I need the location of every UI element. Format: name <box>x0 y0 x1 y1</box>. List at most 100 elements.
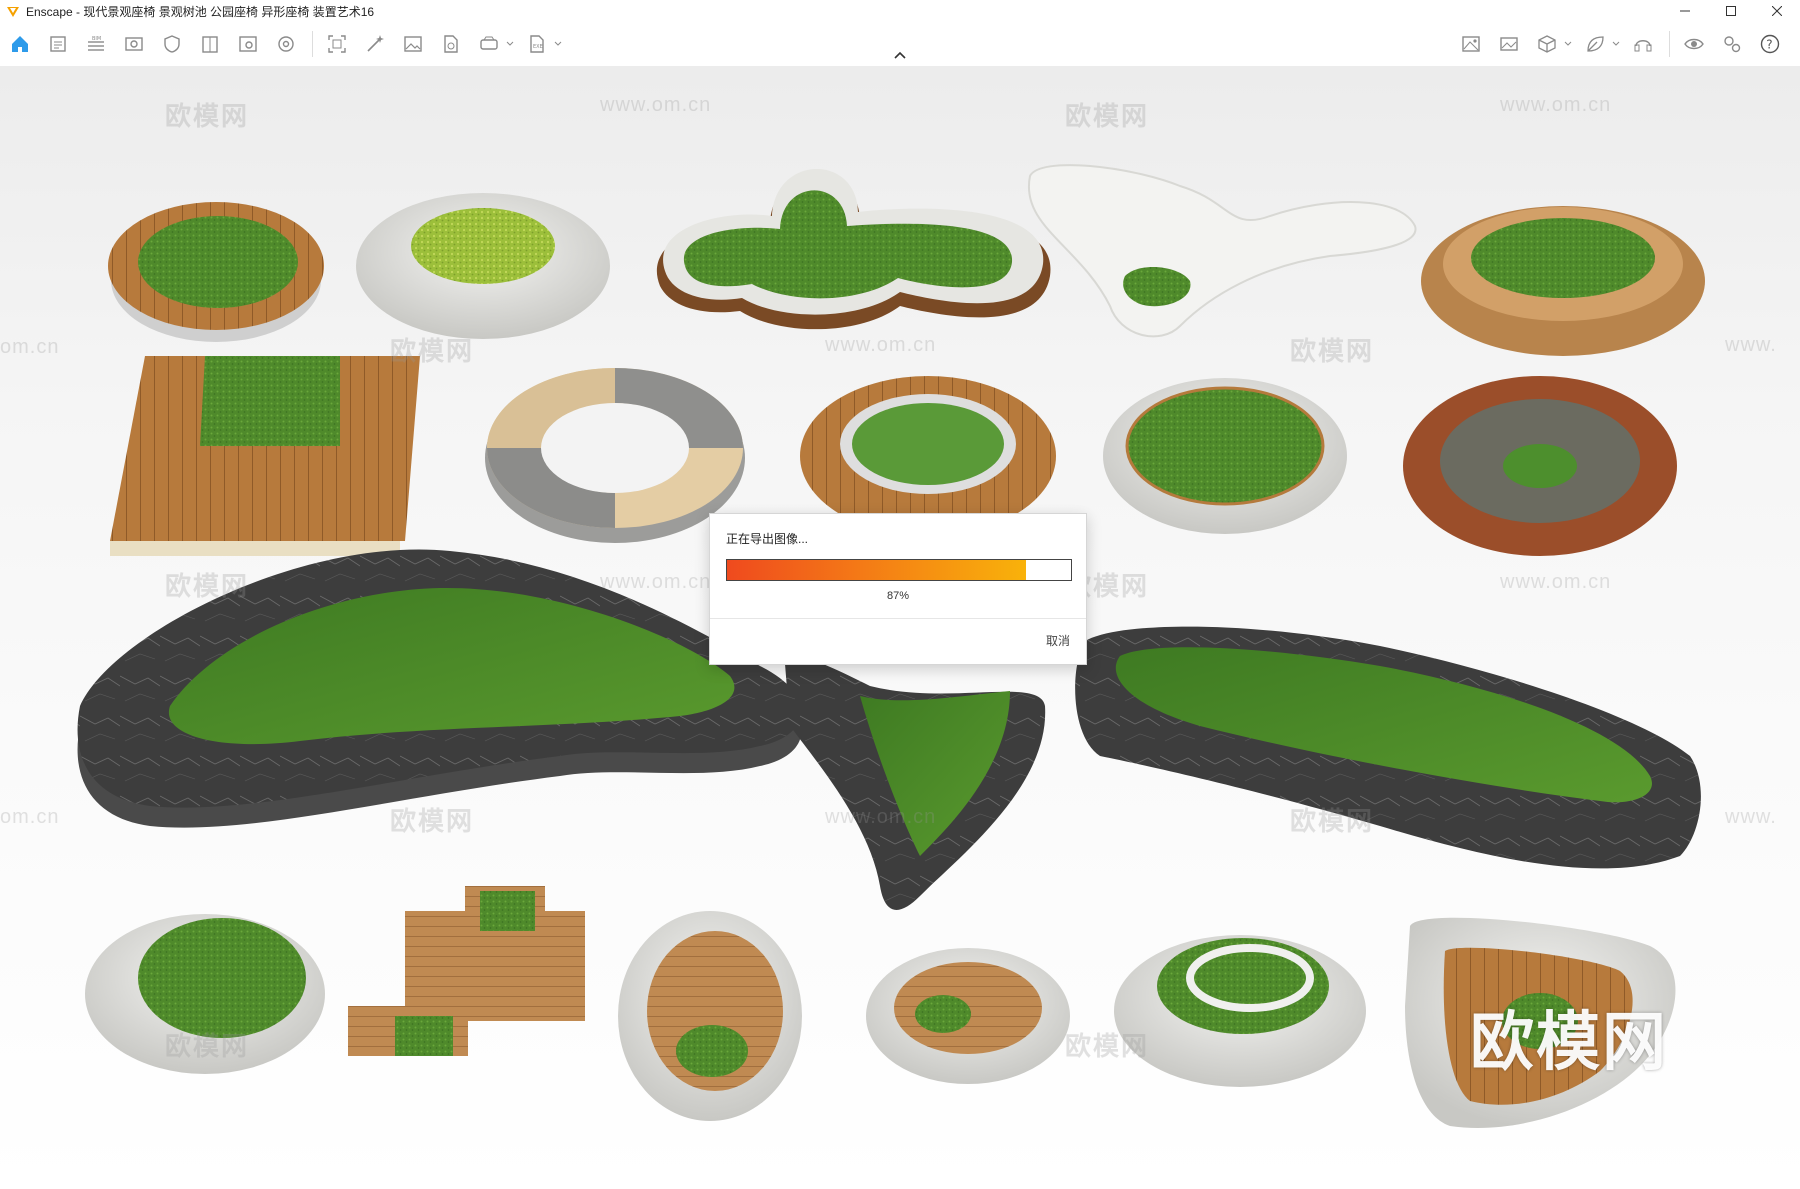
vr-headset-icon <box>480 36 498 50</box>
export-dropdown[interactable] <box>553 30 563 58</box>
eye-view-icon <box>125 37 143 51</box>
document-button[interactable] <box>44 30 72 58</box>
progress-fill <box>727 560 1027 580</box>
watermark-brand: 欧模网 <box>1065 101 1150 131</box>
watermark-brand: 欧模网 <box>165 1031 250 1061</box>
close-icon <box>1772 6 1782 16</box>
document-icon <box>50 36 66 52</box>
shield-button[interactable] <box>158 30 186 58</box>
collapse-toolbar-icon[interactable] <box>893 50 907 60</box>
maximize-button[interactable] <box>1708 0 1754 22</box>
vr-dropdown[interactable] <box>505 30 515 58</box>
visibility-icon <box>1684 38 1704 50</box>
image-button[interactable] <box>399 30 427 58</box>
watermark-url: www.om.cn <box>600 94 712 116</box>
capture-icon <box>328 35 346 53</box>
settings-icon <box>1724 36 1741 53</box>
parametric-wood-ring <box>1421 206 1705 356</box>
export-progress-dialog: 正在导出图像... 87% 取消 <box>709 513 1087 665</box>
round-wood-bench-fence <box>800 376 1056 536</box>
dialog-divider <box>710 618 1086 619</box>
bim-button[interactable]: BIM <box>82 30 110 58</box>
bim-icon: BIM <box>88 36 104 51</box>
watermark-brand: 欧模网 <box>165 571 250 601</box>
visual-settings-button[interactable] <box>272 30 300 58</box>
window-title: Enscape - 现代景观座椅 景观树池 公园座椅 异形座椅 装置艺术16 <box>26 4 375 19</box>
trefoil-bench <box>656 168 1051 330</box>
large-brand-watermark: 欧模网 <box>1470 1006 1668 1078</box>
watermark-brand: 欧模网 <box>390 336 475 366</box>
watermark-url: om.cn <box>0 336 60 358</box>
title-bar: Enscape - 现代景观座椅 景观树池 公园座椅 异形座椅 装置艺术16 <box>0 0 1800 22</box>
headset-button[interactable] <box>1629 30 1657 58</box>
visibility-button[interactable] <box>1680 30 1708 58</box>
cube-icon <box>1538 35 1556 53</box>
materials-button[interactable] <box>1581 30 1609 58</box>
toolbar-separator <box>1669 31 1670 57</box>
magic-wand-icon <box>367 35 384 52</box>
stone-tree-pool-1 <box>356 193 610 339</box>
watermark-brand: 欧模网 <box>1065 1031 1150 1061</box>
toolbar-left: BIM EXE <box>6 30 571 58</box>
watermark-url: om.cn <box>0 806 60 828</box>
home-icon <box>12 36 28 52</box>
wood-tree-pool-1 <box>108 202 324 342</box>
magic-wand-button[interactable] <box>361 30 389 58</box>
watermark-url: www.om.cn <box>600 571 712 593</box>
window-controls <box>1662 0 1800 22</box>
settings-button[interactable] <box>1718 30 1746 58</box>
info-button[interactable] <box>234 30 262 58</box>
progress-bar <box>726 559 1072 581</box>
large-marble-bench-right <box>1075 626 1701 869</box>
image-compare-button[interactable] <box>1457 30 1485 58</box>
vr-button[interactable] <box>475 30 503 58</box>
stone-tiered-grass-seat <box>1114 935 1366 1087</box>
maximize-icon <box>1726 6 1736 16</box>
watermark-brand: 欧模网 <box>1290 806 1375 836</box>
watermark-url: www.om.cn <box>1500 94 1612 116</box>
ring-bench-stone-wood <box>485 368 745 543</box>
settings-wheel-icon <box>278 36 294 52</box>
chevron-down-icon <box>554 41 562 46</box>
svg-text:BIM: BIM <box>92 36 101 42</box>
asset-dropdown[interactable] <box>1563 30 1573 58</box>
close-button[interactable] <box>1754 0 1800 22</box>
leaf-icon <box>1587 36 1604 52</box>
minimize-icon <box>1680 10 1690 12</box>
watermark-url: www.om.cn <box>825 806 937 828</box>
watermark-url: www. <box>1725 806 1777 828</box>
watermark-url: www. <box>1725 334 1777 356</box>
enscape-logo-icon <box>7 7 19 17</box>
book-button[interactable] <box>196 30 224 58</box>
file-export-button[interactable] <box>437 30 465 58</box>
book-icon <box>202 36 218 53</box>
help-button[interactable]: ? <box>1756 30 1784 58</box>
materials-dropdown[interactable] <box>1611 30 1621 58</box>
chevron-down-icon <box>1564 41 1572 46</box>
capture-button[interactable] <box>323 30 351 58</box>
toolbar-right: ? <box>1457 30 1794 58</box>
file-export-icon <box>444 35 458 53</box>
chevron-down-icon <box>1612 41 1620 46</box>
gallery-button[interactable] <box>1495 30 1523 58</box>
watermark-url: www.om.cn <box>1500 571 1612 593</box>
home-button[interactable] <box>6 30 34 58</box>
large-marble-bench-center <box>785 656 1046 910</box>
watermark-url: www.om.cn <box>825 334 937 356</box>
help-icon: ? <box>1760 34 1780 54</box>
progress-percentage: 87% <box>886 590 910 602</box>
toolbar-separator <box>312 31 313 57</box>
cancel-button[interactable]: 取消 <box>1046 632 1070 649</box>
gallery-icon <box>1500 37 1518 51</box>
asset-library-button[interactable] <box>1533 30 1561 58</box>
view-button[interactable] <box>120 30 148 58</box>
svg-text:EXE: EXE <box>533 44 543 50</box>
export-button[interactable]: EXE <box>523 30 551 58</box>
dialog-title: 正在导出图像... <box>726 532 809 546</box>
round-stone-planter-rail <box>1103 378 1347 534</box>
stone-wood-egg-seat-1 <box>618 911 802 1121</box>
minimize-button[interactable] <box>1662 0 1708 22</box>
image-compare-icon <box>1462 36 1480 52</box>
shield-icon <box>164 35 180 53</box>
svg-text:?: ? <box>1766 38 1772 52</box>
